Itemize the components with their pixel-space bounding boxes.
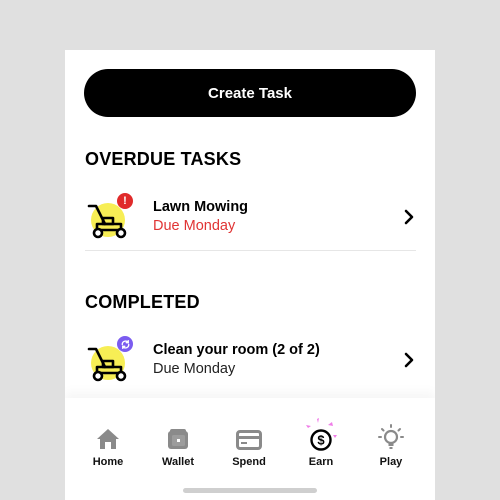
overdue-section-title: OVERDUE TASKS: [85, 149, 242, 169]
task-row-clean-room[interactable]: Clean your room (2 of 2) Due Monday: [85, 330, 416, 390]
bottom-tab-bar: Home Wallet Spend $ Earn Play: [65, 398, 435, 500]
lawn-mower-icon: !: [85, 193, 133, 241]
tab-play[interactable]: Play: [356, 420, 426, 468]
task-row-lawn-mowing[interactable]: ! Lawn Mowing Due Monday: [85, 187, 416, 247]
lightbulb-icon: [356, 420, 426, 450]
tab-label: Spend: [232, 456, 266, 468]
tab-wallet[interactable]: Wallet: [143, 420, 213, 468]
chevron-right-icon[interactable]: [402, 208, 416, 226]
tab-label: Play: [379, 456, 403, 468]
task-due: Due Monday: [153, 361, 236, 377]
repeat-badge-icon: [117, 336, 133, 352]
task-name: Lawn Mowing: [153, 199, 249, 215]
chevron-right-icon[interactable]: [402, 351, 416, 369]
tab-earn[interactable]: $ Earn: [286, 418, 356, 468]
tab-label: Earn: [308, 456, 334, 468]
wallet-icon: [143, 420, 213, 450]
lawn-mower-icon: [85, 336, 133, 384]
tab-label: Wallet: [162, 456, 194, 468]
create-task-button[interactable]: Create Task: [84, 69, 416, 117]
home-icon: [73, 420, 143, 450]
completed-section-title: COMPLETED: [85, 292, 200, 312]
credit-card-icon: [214, 420, 284, 450]
dollar-coin-icon: $: [286, 418, 356, 451]
tab-spend[interactable]: Spend: [214, 420, 284, 468]
task-name: Clean your room (2 of 2): [153, 342, 320, 358]
tab-label: Home: [92, 456, 124, 468]
tab-home[interactable]: Home: [73, 420, 143, 468]
phone-screen: Create Task OVERDUE TASKS ! Lawn Mowing …: [65, 50, 435, 500]
divider: [85, 250, 416, 251]
home-indicator[interactable]: [183, 488, 317, 493]
alert-badge-icon: !: [117, 193, 133, 209]
svg-text:$: $: [317, 433, 325, 448]
task-due: Due Monday: [153, 218, 236, 234]
